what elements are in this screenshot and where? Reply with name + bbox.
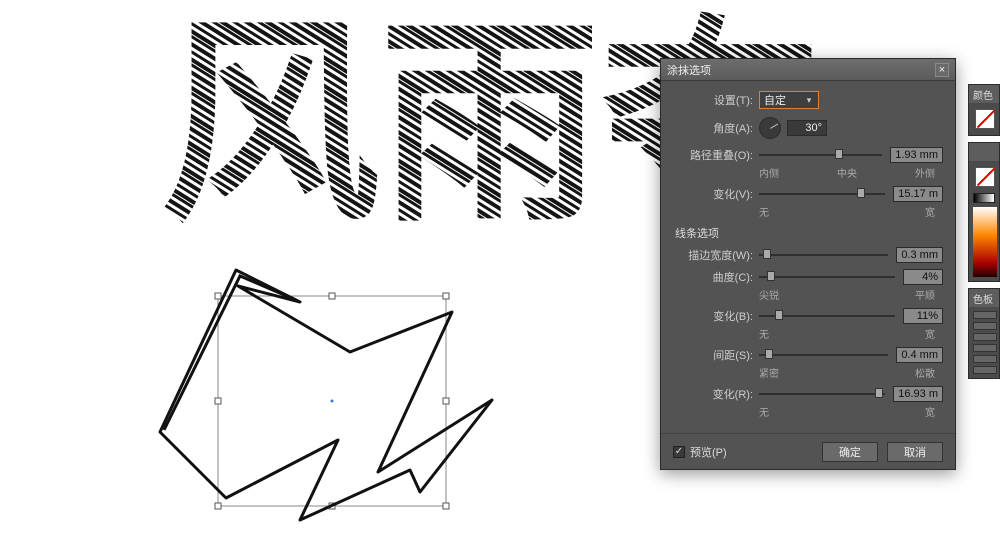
path-overlap-slider[interactable] xyxy=(759,148,882,162)
variation-b-slider[interactable] xyxy=(759,309,895,323)
swatch-list[interactable] xyxy=(973,311,997,374)
line-options-section: 线条选项 xyxy=(675,225,943,241)
artboard[interactable]: 风雨夺 涂抹选项 × 设置(T): 自定 ▾ xyxy=(0,0,1000,533)
none-swatch-icon[interactable] xyxy=(975,167,995,187)
variation-b-label: 变化(B): xyxy=(673,308,759,324)
right-panels: 颜色 色板 xyxy=(968,84,1000,385)
variation-r-value[interactable]: 16.93 m xyxy=(893,386,943,402)
dialog-titlebar[interactable]: 涂抹选项 × xyxy=(661,59,955,81)
variation-v-slider[interactable] xyxy=(759,187,885,201)
stroke-width-slider[interactable] xyxy=(759,248,888,262)
close-icon[interactable]: × xyxy=(935,63,949,77)
angle-input[interactable]: 30° xyxy=(787,120,827,136)
spacing-value[interactable]: 0.4 mm xyxy=(896,347,943,363)
chevron-down-icon: ▾ xyxy=(804,95,814,106)
angle-label: 角度(A): xyxy=(673,120,759,136)
checkmark-icon: ✓ xyxy=(673,446,685,458)
scribble-options-dialog: 涂抹选项 × 设置(T): 自定 ▾ 角度(A): 30° 路径重叠(O): xyxy=(660,58,956,470)
swatches-panel[interactable]: 色板 xyxy=(968,288,1000,379)
settings-dropdown[interactable]: 自定 ▾ xyxy=(759,91,819,109)
variation-v-value[interactable]: 15.17 m xyxy=(893,186,943,202)
curvature-slider[interactable] xyxy=(759,270,895,284)
ok-button[interactable]: 确定 xyxy=(822,442,878,462)
settings-label: 设置(T): xyxy=(673,92,759,108)
angle-dial[interactable] xyxy=(759,117,781,139)
path-overlap-label: 路径重叠(O): xyxy=(673,147,759,163)
curvature-value[interactable]: 4% xyxy=(903,269,943,285)
variation-v-label: 变化(V): xyxy=(673,186,759,202)
dialog-title: 涂抹选项 xyxy=(667,62,711,78)
zigzag-path[interactable] xyxy=(160,270,492,520)
spacing-slider[interactable] xyxy=(759,348,888,362)
spacing-label: 间距(S): xyxy=(673,347,759,363)
preview-checkbox[interactable]: ✓ 预览(P) xyxy=(673,444,727,460)
preview-label: 预览(P) xyxy=(690,444,727,460)
stroke-width-value[interactable]: 0.3 mm xyxy=(896,247,943,263)
gradient-panel[interactable] xyxy=(968,142,1000,282)
color-spectrum[interactable] xyxy=(973,207,997,277)
color-panel[interactable]: 颜色 xyxy=(968,84,1000,136)
variation-r-label: 变化(R): xyxy=(673,386,759,402)
stroke-width-label: 描边宽度(W): xyxy=(673,247,759,263)
path-overlap-value[interactable]: 1.93 mm xyxy=(890,147,943,163)
none-swatch-icon[interactable] xyxy=(975,109,995,129)
variation-b-value[interactable]: 11% xyxy=(903,308,943,324)
panel-title: 颜色 xyxy=(969,85,999,103)
gradient-swatch-icon[interactable] xyxy=(973,193,995,203)
curvature-label: 曲度(C): xyxy=(673,269,759,285)
settings-value: 自定 xyxy=(764,92,804,108)
cancel-button[interactable]: 取消 xyxy=(887,442,943,462)
variation-r-slider[interactable] xyxy=(759,387,885,401)
